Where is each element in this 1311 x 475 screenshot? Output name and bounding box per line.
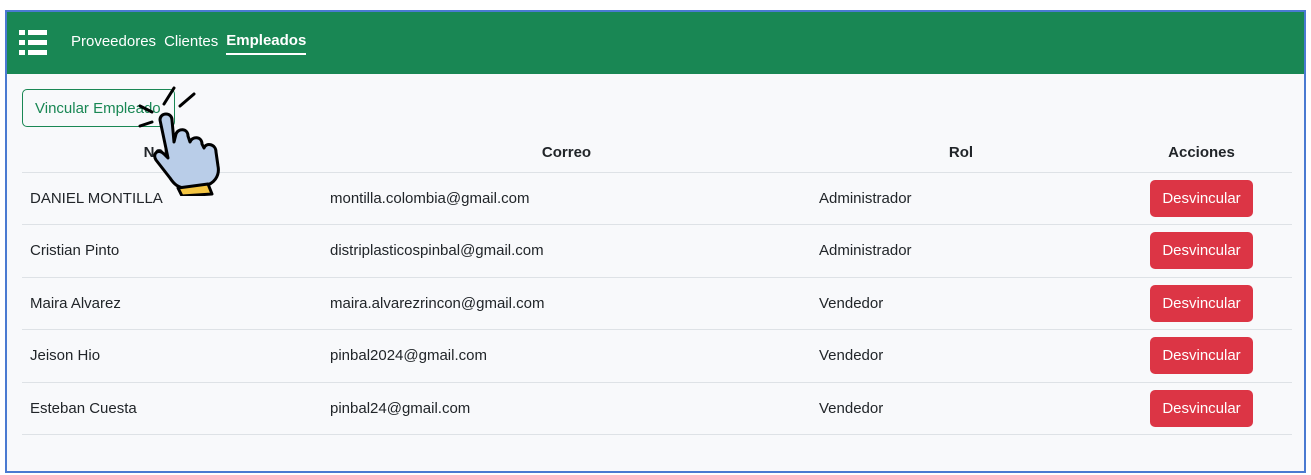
nav-link-clientes[interactable]: Clientes bbox=[164, 32, 218, 54]
cell-actions: Desvincular bbox=[1111, 277, 1292, 330]
table-row: Jeison Hio pinbal2024@gmail.com Vendedor… bbox=[22, 329, 1292, 383]
cell-name: Esteban Cuesta bbox=[22, 382, 322, 435]
unlink-button[interactable]: Desvincular bbox=[1150, 337, 1253, 375]
link-employee-button[interactable]: Vincular Empleado bbox=[22, 89, 175, 127]
table-row: Cristian Pinto distriplasticospinbal@gma… bbox=[22, 224, 1292, 278]
cell-actions: Desvincular bbox=[1111, 382, 1292, 435]
cell-name: Maira Alvarez bbox=[22, 277, 322, 330]
cell-email: montilla.colombia@gmail.com bbox=[322, 172, 811, 225]
table-row: Maira Alvarez maira.alvarezrincon@gmail.… bbox=[22, 277, 1292, 330]
nav-link-proveedores[interactable]: Proveedores bbox=[71, 32, 156, 54]
unlink-button[interactable]: Desvincular bbox=[1150, 179, 1253, 217]
cell-email: distriplasticospinbal@gmail.com bbox=[322, 224, 811, 278]
cell-name: Jeison Hio bbox=[22, 329, 322, 383]
cell-email: pinbal24@gmail.com bbox=[322, 382, 811, 435]
cell-name: Cristian Pinto bbox=[22, 224, 322, 278]
unlink-button[interactable]: Desvincular bbox=[1150, 232, 1253, 270]
cell-actions: Desvincular bbox=[1111, 329, 1292, 383]
header-name: Nombre bbox=[22, 133, 322, 173]
header-email: Correo bbox=[322, 133, 811, 173]
cell-role: Vendedor bbox=[811, 277, 1111, 330]
cell-actions: Desvincular bbox=[1111, 172, 1292, 225]
app-window: Proveedores Clientes Empleados Vincular … bbox=[5, 10, 1306, 473]
table-header-row: Nombre Correo Rol Acciones bbox=[22, 133, 1292, 173]
cell-role: Vendedor bbox=[811, 382, 1111, 435]
navbar: Proveedores Clientes Empleados bbox=[7, 12, 1304, 74]
unlink-button[interactable]: Desvincular bbox=[1150, 284, 1253, 322]
list-icon[interactable] bbox=[19, 28, 47, 58]
nav-link-empleados[interactable]: Empleados bbox=[226, 31, 307, 55]
header-role: Rol bbox=[811, 133, 1111, 173]
cell-email: maira.alvarezrincon@gmail.com bbox=[322, 277, 811, 330]
unlink-button[interactable]: Desvincular bbox=[1150, 389, 1253, 427]
cell-role: Administrador bbox=[811, 224, 1111, 278]
nav-links: Proveedores Clientes Empleados bbox=[71, 12, 314, 74]
employees-table: Nombre Correo Rol Acciones DANIEL MONTIL… bbox=[22, 133, 1292, 435]
header-actions: Acciones bbox=[1111, 133, 1292, 173]
cell-role: Administrador bbox=[811, 172, 1111, 225]
cell-actions: Desvincular bbox=[1111, 224, 1292, 278]
cell-email: pinbal2024@gmail.com bbox=[322, 329, 811, 383]
table-row: Esteban Cuesta pinbal24@gmail.com Vended… bbox=[22, 382, 1292, 435]
cell-role: Vendedor bbox=[811, 329, 1111, 383]
cell-name: DANIEL MONTILLA bbox=[22, 172, 322, 225]
table-row: DANIEL MONTILLA montilla.colombia@gmail.… bbox=[22, 172, 1292, 225]
